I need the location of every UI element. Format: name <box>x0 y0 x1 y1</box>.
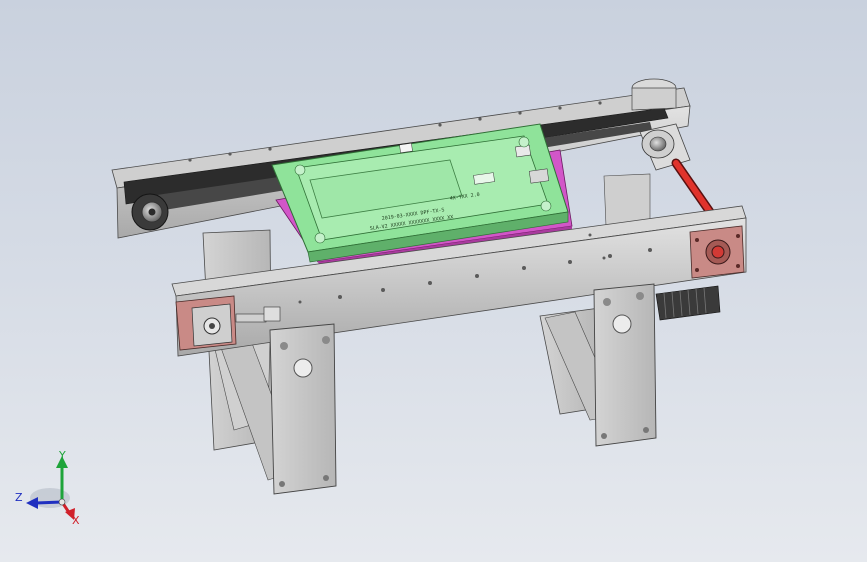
cad-viewport[interactable]: 4X-TXX 2.0 2019-03-XXXX DPF-TX-S SLA-V2 … <box>0 0 867 562</box>
z-axis-label: Z <box>15 491 23 504</box>
right-end-plate <box>689 225 745 279</box>
x-axis-label: X <box>72 514 80 527</box>
cable-chain <box>655 285 721 321</box>
motor-cylinder <box>639 123 691 171</box>
left-end-plate <box>175 295 237 351</box>
coordinate-triad[interactable]: Y Z X <box>15 449 80 527</box>
assembly-model[interactable]: 4X-TXX 2.0 2019-03-XXXX DPF-TX-S SLA-V2 … <box>0 0 867 562</box>
red-drive-rod <box>671 158 715 217</box>
drive-pulley-housing <box>631 78 677 111</box>
front-right-leg <box>593 283 657 447</box>
z-axis-arrow <box>35 500 63 505</box>
front-left-leg <box>269 323 337 495</box>
y-axis-label: Y <box>58 449 66 462</box>
